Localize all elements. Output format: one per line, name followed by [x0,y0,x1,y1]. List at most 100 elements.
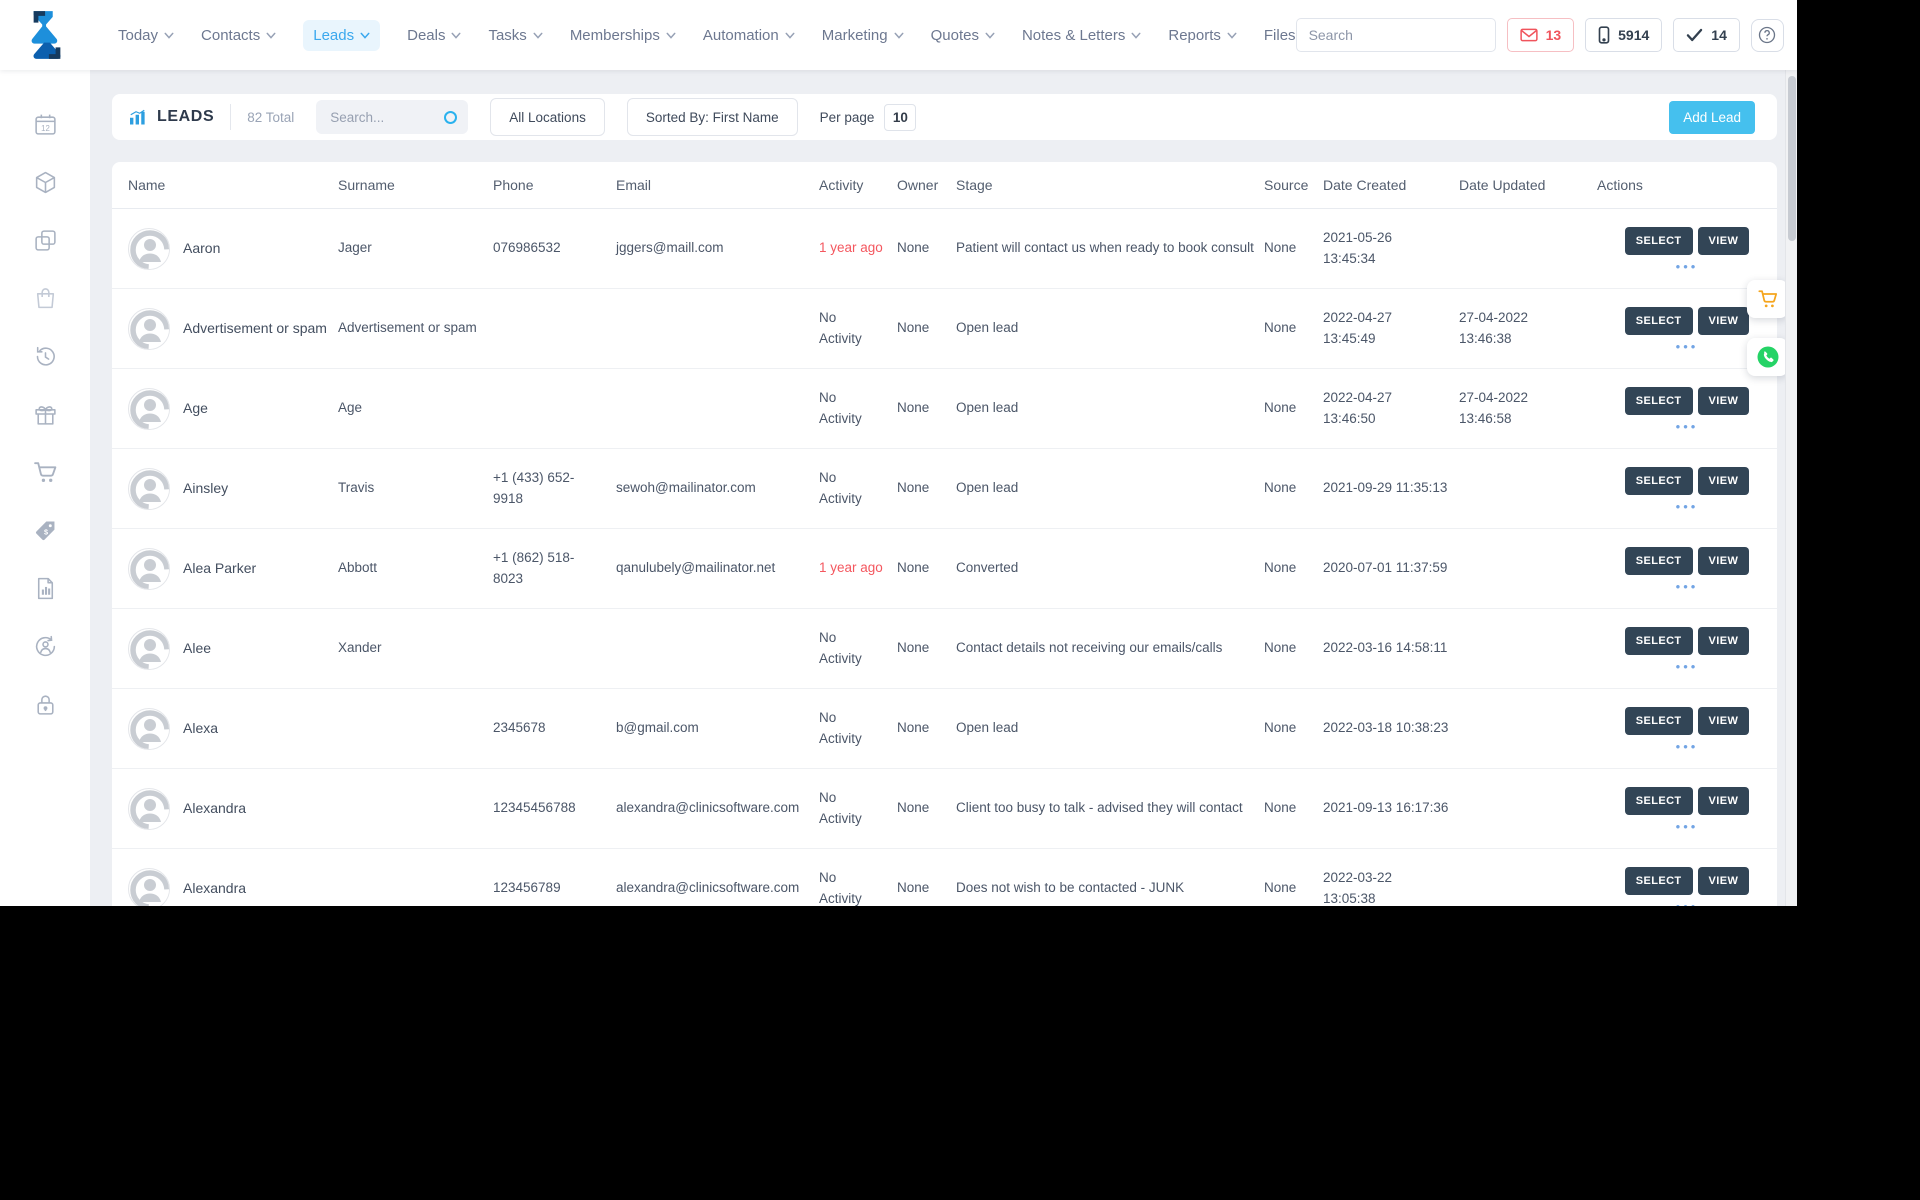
view-button[interactable]: VIEW [1697,466,1750,495]
mail-badge[interactable]: 13 [1506,18,1575,52]
more-actions-button[interactable]: ••• [1676,660,1699,673]
column-header[interactable]: Surname [338,177,493,193]
copy-icon[interactable] [33,228,58,253]
select-button[interactable]: SELECT [1624,386,1693,415]
cart-icon[interactable] [33,460,58,485]
nav-item-reports[interactable]: Reports [1168,27,1237,44]
chevron-down-icon [360,32,370,39]
view-button[interactable]: VIEW [1697,626,1750,655]
more-actions-button[interactable]: ••• [1676,500,1699,513]
more-actions-button[interactable]: ••• [1676,340,1699,353]
lead-name[interactable]: Alexandra [183,798,246,820]
column-header[interactable]: Name [112,177,338,193]
view-button[interactable]: VIEW [1697,866,1750,895]
lead-name[interactable]: Alee [183,638,211,660]
svg-text:$: $ [43,528,47,537]
select-button[interactable]: SELECT [1624,466,1693,495]
nav-item-leads[interactable]: Leads [303,19,381,51]
history-icon[interactable] [33,344,58,369]
column-header[interactable]: Date Created [1323,177,1459,193]
more-actions-button[interactable]: ••• [1676,580,1699,593]
column-header[interactable]: Actions [1597,177,1777,193]
phone-badge[interactable]: 5914 [1585,18,1663,52]
lead-surname: Age [338,400,363,416]
more-actions-button[interactable]: ••• [1676,420,1699,433]
column-header[interactable]: Owner [897,177,956,193]
nav-item-deals[interactable]: Deals [407,27,461,44]
select-button[interactable]: SELECT [1624,226,1693,255]
global-search-input[interactable] [1296,27,1495,43]
scrollbar-thumb[interactable] [1788,76,1796,241]
avatar [128,867,170,906]
column-header[interactable]: Activity [819,177,897,193]
lead-name[interactable]: Aaron [183,238,220,260]
lead-name[interactable]: Alea Parker [183,558,256,580]
more-actions-button[interactable]: ••• [1676,740,1699,753]
search-ring-icon[interactable] [444,110,458,124]
sort-filter[interactable]: Sorted By: First Name [626,98,798,136]
view-button[interactable]: VIEW [1697,546,1750,575]
view-button[interactable]: VIEW [1697,706,1750,735]
top-bar: Today Contacts Leads Deals Tasks Members… [0,0,1797,70]
per-page-input[interactable] [884,103,917,131]
lead-owner: None [897,400,930,416]
svg-text:12: 12 [41,124,50,133]
leads-table: Name Surname Phone Email Activity Owner Stage S… [112,162,1777,906]
select-button[interactable]: SELECT [1624,786,1693,815]
avatar [128,467,170,510]
lead-source: None [1264,800,1297,816]
select-button[interactable]: SELECT [1624,626,1693,655]
price-tag-icon[interactable]: $ [33,518,58,543]
lock-icon[interactable] [33,692,58,717]
lead-name[interactable]: Age [183,398,208,420]
nav-item-memberships[interactable]: Memberships [570,27,676,44]
question-icon [1759,26,1776,44]
column-header[interactable]: Phone [493,177,616,193]
more-actions-button[interactable]: ••• [1676,900,1699,907]
vertical-scrollbar[interactable] [1785,70,1797,906]
locations-filter[interactable]: All Locations [490,98,605,136]
select-button[interactable]: SELECT [1624,706,1693,735]
column-header[interactable]: Email [616,177,819,193]
calendar-icon[interactable]: 12 [33,112,58,137]
nav-item-automation[interactable]: Automation [703,27,795,44]
table-row: Alee Xander No Activity None Contact det… [112,609,1777,689]
nav-item-marketing[interactable]: Marketing [822,27,904,44]
shopping-bag-icon[interactable] [33,286,58,311]
user-sync-icon[interactable] [33,634,58,659]
more-actions-button[interactable]: ••• [1676,260,1699,273]
report-icon[interactable] [33,576,58,601]
column-header[interactable]: Stage [956,177,1264,193]
app-logo[interactable] [26,9,68,61]
view-button[interactable]: VIEW [1697,226,1750,255]
lead-name[interactable]: Alexa [183,718,218,740]
nav-item-quotes[interactable]: Quotes [931,27,995,44]
nav-item-today[interactable]: Today [118,27,174,44]
nav-item-tasks[interactable]: Tasks [488,27,543,44]
table-row: Alexandra 12345456788 alexandra@clinicso… [112,769,1777,849]
select-button[interactable]: SELECT [1624,866,1693,895]
column-header[interactable]: Source [1264,177,1323,193]
select-button[interactable]: SELECT [1624,546,1693,575]
add-lead-button[interactable]: Add Lead [1669,100,1755,134]
gift-icon[interactable] [33,402,58,427]
package-icon[interactable] [33,170,58,195]
more-actions-button[interactable]: ••• [1676,820,1699,833]
cart-widget-button[interactable] [1747,280,1788,318]
lead-name[interactable]: Advertisement or spam [183,318,327,340]
view-button[interactable]: VIEW [1697,306,1750,335]
lead-owner: None [897,640,930,656]
nav-item-files[interactable]: Files [1264,27,1296,44]
leads-search-input[interactable] [330,109,445,125]
column-header[interactable]: Date Updated [1459,177,1597,193]
nav-item-notes-letters[interactable]: Notes & Letters [1022,27,1141,44]
lead-name[interactable]: Ainsley [183,478,228,500]
view-button[interactable]: VIEW [1697,386,1750,415]
help-button[interactable] [1750,18,1784,52]
nav-item-contacts[interactable]: Contacts [201,27,276,44]
tasks-badge[interactable]: 14 [1673,18,1740,52]
select-button[interactable]: SELECT [1624,306,1693,335]
lead-name[interactable]: Alexandra [183,878,246,900]
whatsapp-button[interactable] [1747,338,1788,376]
view-button[interactable]: VIEW [1697,786,1750,815]
